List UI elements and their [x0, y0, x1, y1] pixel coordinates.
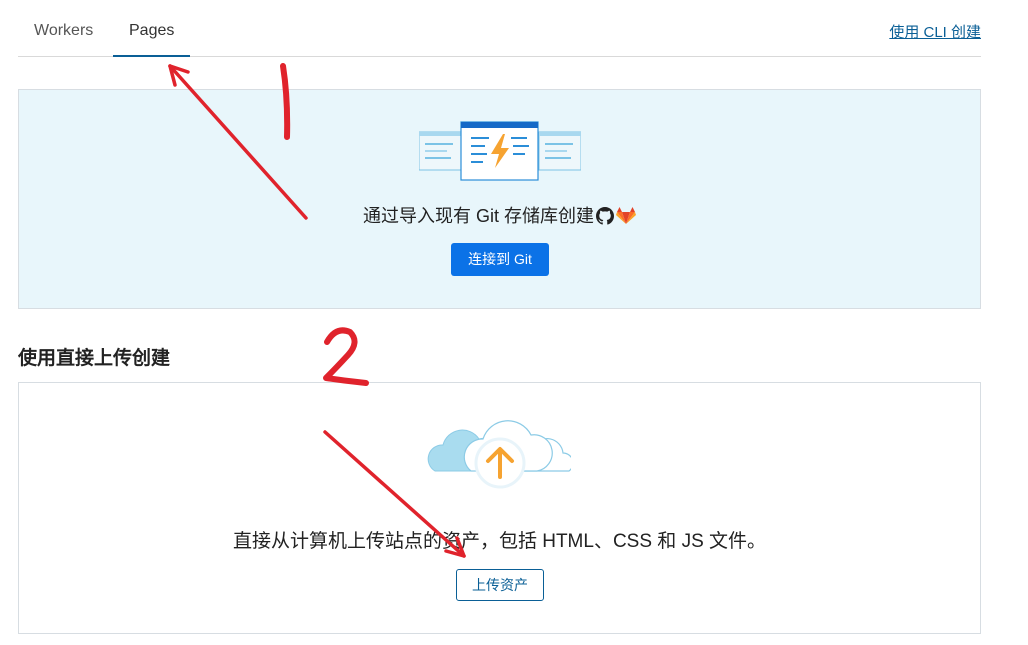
connect-to-git-button[interactable]: 连接到 Git: [451, 243, 549, 276]
create-with-cli-link[interactable]: 使用 CLI 创建: [889, 21, 981, 42]
github-icon: [596, 207, 614, 225]
git-import-text: 通过导入现有 Git 存储库创建: [362, 206, 594, 226]
cloud-upload-icon: [427, 420, 571, 489]
annotation-number-2: [323, 327, 369, 386]
git-import-card: 通过导入现有 Git 存储库创建 连接到 Git: [18, 89, 981, 309]
git-import-description: 通过导入现有 Git 存储库创建: [19, 202, 980, 228]
active-tab-indicator: [113, 55, 190, 57]
git-import-illustration: [419, 121, 581, 181]
gitlab-icon: [616, 207, 636, 224]
tab-bar: Workers Pages 使用 CLI 创建: [18, 0, 981, 57]
annotation-arrowhead-1: [168, 64, 190, 87]
tab-workers[interactable]: Workers: [34, 22, 93, 40]
direct-upload-card: 直接从计算机上传站点的资产，包括 HTML、CSS 和 JS 文件。 上传资产: [18, 382, 981, 634]
direct-upload-description: 直接从计算机上传站点的资产，包括 HTML、CSS 和 JS 文件。: [232, 531, 767, 552]
direct-upload-section-title: 使用直接上传创建: [18, 348, 171, 369]
upload-assets-button[interactable]: 上传资产: [456, 569, 544, 601]
tab-pages[interactable]: Pages: [129, 22, 174, 40]
